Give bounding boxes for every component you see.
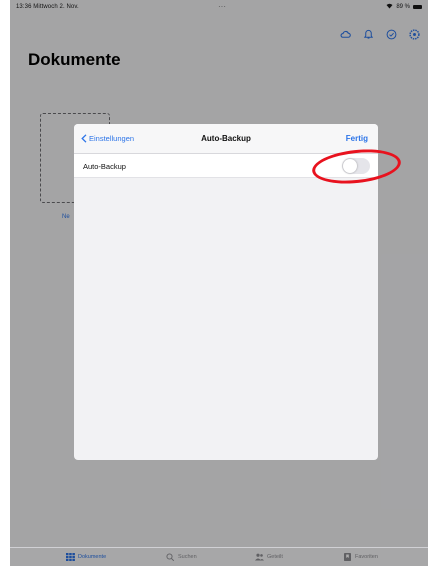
ipad-screen: 13:36 Mittwoch 2. Nov. ··· 89 % Dokument… <box>10 0 428 566</box>
modal-nav-bar: Einstellungen Auto-Backup Fertig <box>74 124 378 154</box>
tab-bar: Dokumente Suchen Geteilt Favoriten <box>10 547 428 566</box>
done-button[interactable]: Fertig <box>346 134 368 143</box>
modal-title: Auto-Backup <box>201 134 251 143</box>
auto-backup-label: Auto-Backup <box>83 162 126 171</box>
tab-bar-dim-overlay <box>10 548 428 566</box>
